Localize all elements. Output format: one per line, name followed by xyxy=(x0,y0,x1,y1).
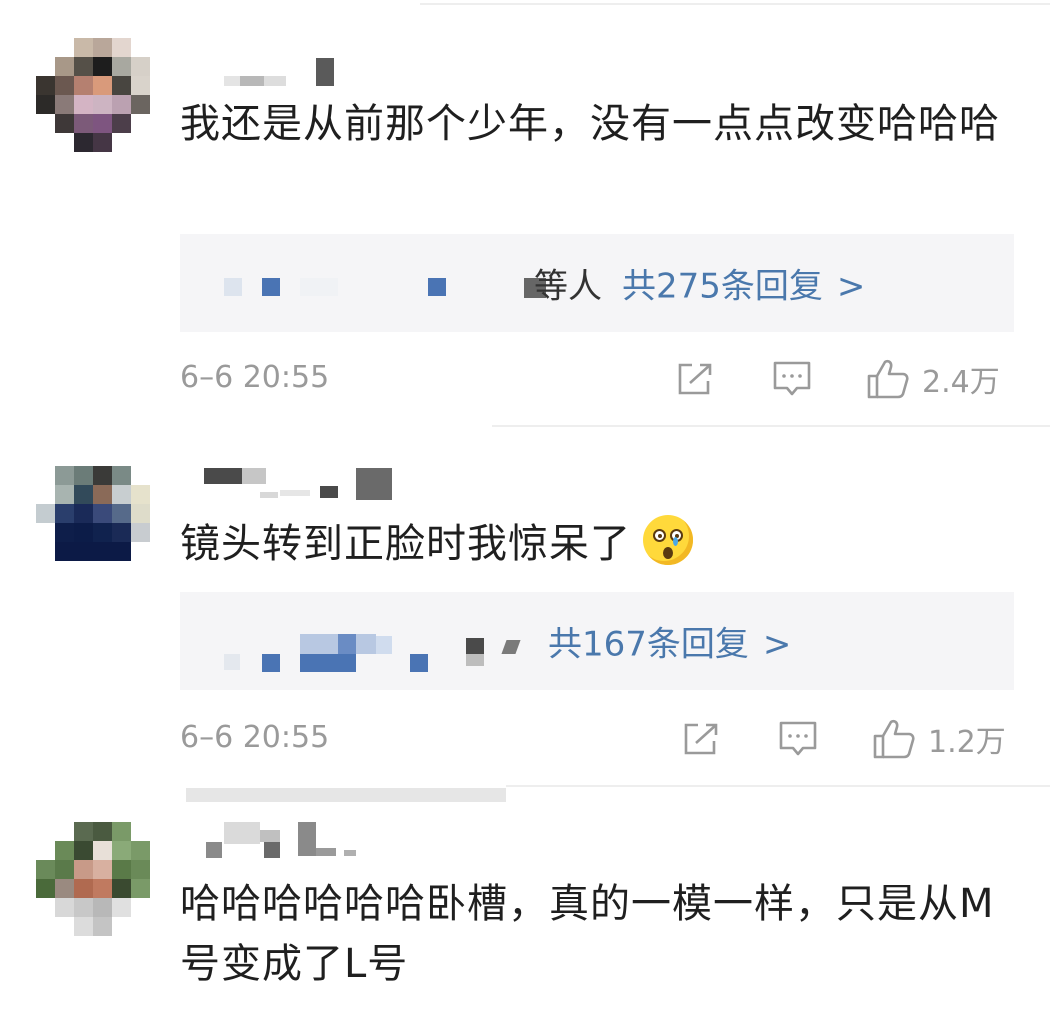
reply-count-label: 共275条回复 xyxy=(622,266,823,307)
view-replies-link[interactable]: 共275条回复 > xyxy=(622,259,865,308)
avatar[interactable] xyxy=(36,38,150,152)
share-button[interactable] xyxy=(682,714,722,764)
comment-button[interactable] xyxy=(778,714,818,764)
avatar[interactable] xyxy=(36,466,150,562)
timestamp: 6–6 20:55 xyxy=(180,720,330,755)
reply-count-label: 共167条回复 xyxy=(548,624,749,665)
chevron-right-icon: > xyxy=(836,266,866,307)
comment-text-content: 镜头转到正脸时我惊呆了 xyxy=(180,521,631,567)
avatar[interactable] xyxy=(36,822,150,936)
timestamp: 6–6 20:55 xyxy=(180,360,330,395)
like-button[interactable]: 1.2万 xyxy=(872,714,1006,764)
reply-box[interactable]: 共167条回复 > xyxy=(180,592,1014,690)
comment-text: 镜头转到正脸时我惊呆了 xyxy=(180,514,1010,574)
share-icon xyxy=(684,723,718,755)
comment-text: 我还是从前那个少年，没有一点点改变哈哈哈 xyxy=(180,101,1000,147)
comment-meta: 6–6 20:55 2.4万 xyxy=(180,354,1014,404)
share-icon xyxy=(678,363,712,395)
reply-prefix: 等人 xyxy=(534,266,602,307)
chevron-right-icon: > xyxy=(762,624,792,665)
like-count: 1.2万 xyxy=(928,725,1006,760)
comment-icon xyxy=(773,361,811,396)
surprised-face-emoji xyxy=(643,515,693,565)
comment-divider xyxy=(506,785,1050,787)
view-replies-link[interactable]: 共167条回复 > xyxy=(548,617,791,666)
like-button[interactable]: 2.4万 xyxy=(866,354,1000,404)
comment-text: 哈哈哈哈哈哈卧槽，真的一模一样，只是从M号变成了L号 xyxy=(180,881,995,987)
share-button[interactable] xyxy=(676,354,716,404)
comment-divider xyxy=(186,788,506,802)
comment-meta: 6–6 20:55 1.2万 xyxy=(180,714,1014,764)
like-count: 2.4万 xyxy=(922,365,1000,400)
thumbs-up-icon xyxy=(873,719,915,759)
reply-box[interactable]: 等人 共275条回复 > xyxy=(180,234,1014,332)
top-divider xyxy=(420,3,1050,5)
comment-icon xyxy=(779,721,817,756)
comment-divider xyxy=(492,425,1050,427)
comment-button[interactable] xyxy=(772,354,812,404)
thumbs-up-icon xyxy=(867,359,909,399)
